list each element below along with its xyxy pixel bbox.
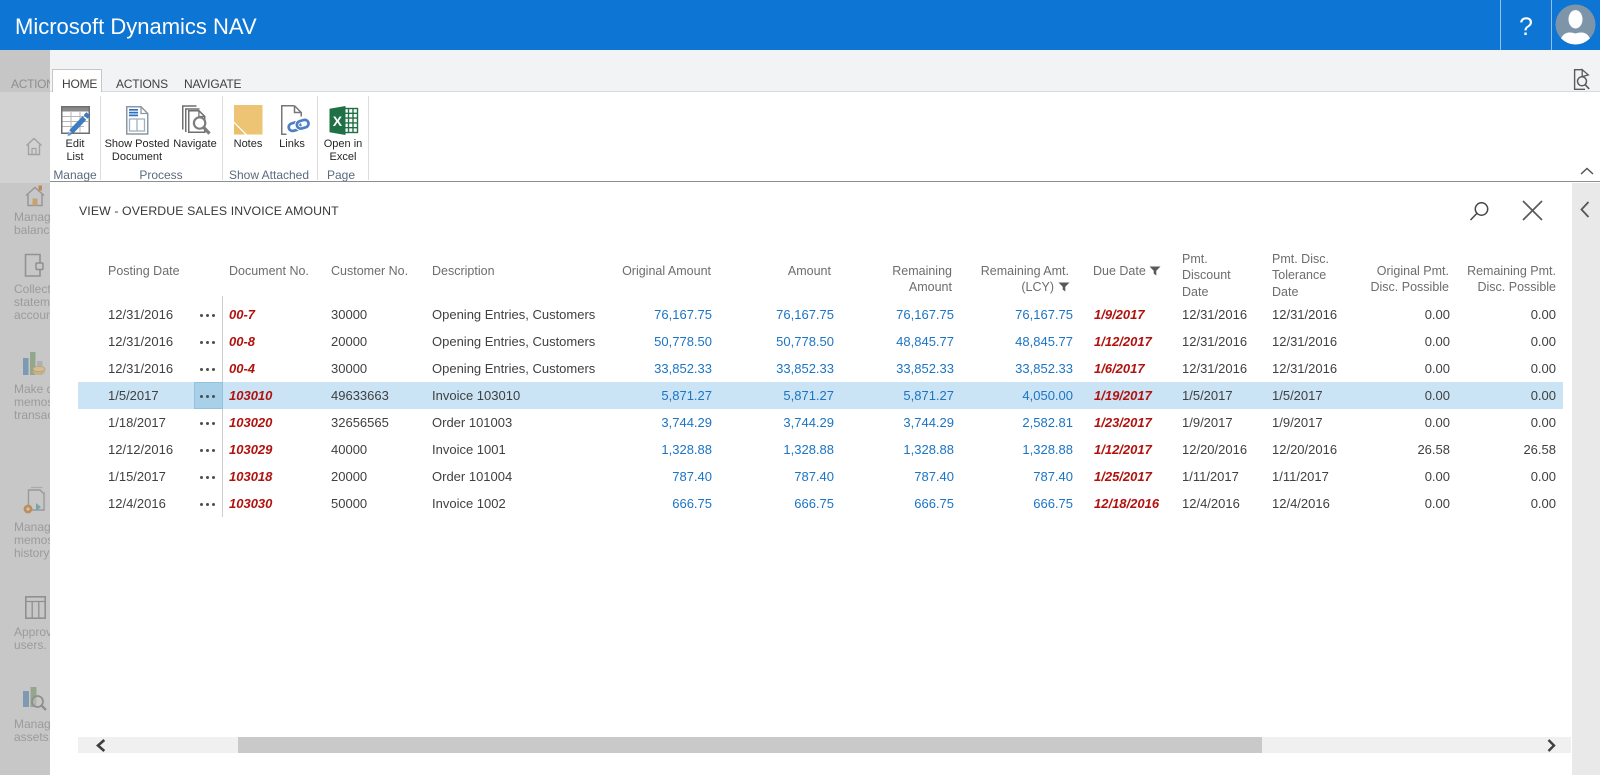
- svg-text:X: X: [333, 113, 343, 129]
